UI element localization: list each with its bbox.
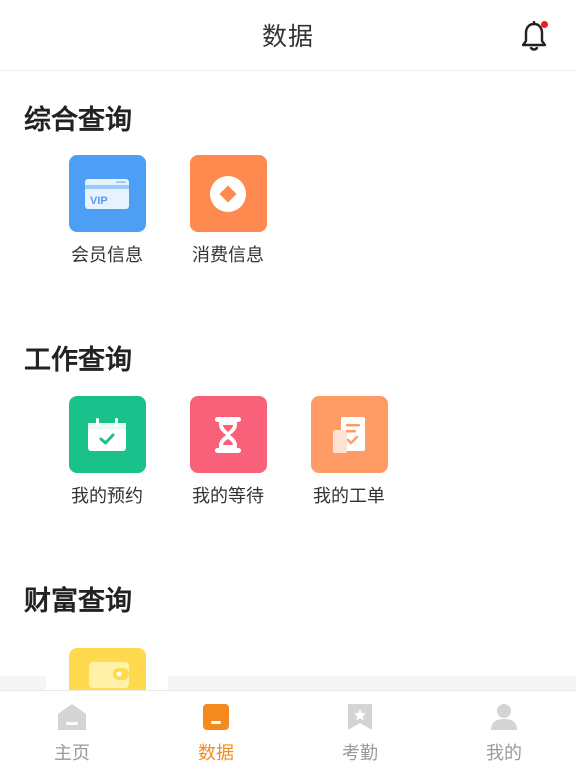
section-title-work: 工作查询	[24, 345, 132, 376]
tab-data[interactable]: 数据	[144, 691, 288, 768]
grid-item-my-waiting[interactable]: 我的等待	[173, 396, 283, 516]
member-info-label: 会员信息	[71, 245, 143, 266]
attendance-bookmark-icon	[348, 704, 372, 730]
vip-card-icon: VIP	[85, 178, 129, 209]
bottom-tab-bar: 主页 数据 考勤 我的	[0, 690, 576, 768]
notification-dot	[541, 21, 548, 28]
my-waiting-label: 我的等待	[192, 486, 264, 507]
tab-mine-label: 我的	[486, 743, 522, 764]
user-icon	[491, 704, 517, 730]
tab-mine[interactable]: 我的	[432, 691, 576, 768]
grid-item-wallet[interactable]	[52, 648, 162, 690]
grid-item-my-appointments[interactable]: 我的预约	[52, 396, 162, 516]
my-work-orders-label: 我的工单	[313, 486, 385, 507]
member-info-tile: VIP	[68, 155, 146, 232]
consumption-info-label: 消费信息	[192, 245, 264, 266]
grid-item-my-work-orders[interactable]: 我的工单	[294, 396, 404, 516]
grid-item-consumption-info[interactable]: 消费信息	[173, 155, 283, 275]
consumption-info-tile	[189, 155, 267, 232]
my-work-orders-tile	[310, 396, 388, 473]
coin-icon	[210, 175, 246, 212]
tab-data-label: 数据	[198, 743, 234, 764]
tab-attendance[interactable]: 考勤	[288, 691, 432, 768]
svg-text:VIP: VIP	[90, 195, 108, 207]
my-appointments-tile	[68, 396, 146, 473]
data-page: 数据 综合查询 VIP 会员信息 消费信息 工作查询 我的预约 我的等待 我的工…	[0, 0, 576, 768]
section-title-comprehensive: 综合查询	[24, 105, 132, 136]
document-icon	[333, 416, 365, 453]
main-content[interactable]: 综合查询 VIP 会员信息 消费信息 工作查询 我的预约 我的等待 我的工单 财…	[0, 72, 576, 690]
tab-attendance-label: 考勤	[342, 743, 378, 764]
data-icon	[203, 704, 229, 730]
notification-button[interactable]	[518, 20, 550, 54]
hourglass-icon	[215, 416, 241, 453]
wallet-tile	[68, 648, 146, 690]
my-appointments-label: 我的预约	[71, 486, 143, 507]
home-icon	[58, 704, 86, 730]
tab-home[interactable]: 主页	[0, 691, 144, 768]
grid-item-member-info[interactable]: VIP 会员信息	[52, 155, 162, 275]
my-waiting-tile	[189, 396, 267, 473]
page-title: 数据	[261, 22, 314, 51]
section-title-wealth: 财富查询	[24, 586, 132, 617]
calendar-check-icon	[88, 417, 126, 451]
wallet-icon	[79, 648, 135, 690]
top-nav-bar: 数据	[0, 0, 576, 71]
tab-home-label: 主页	[54, 743, 90, 764]
